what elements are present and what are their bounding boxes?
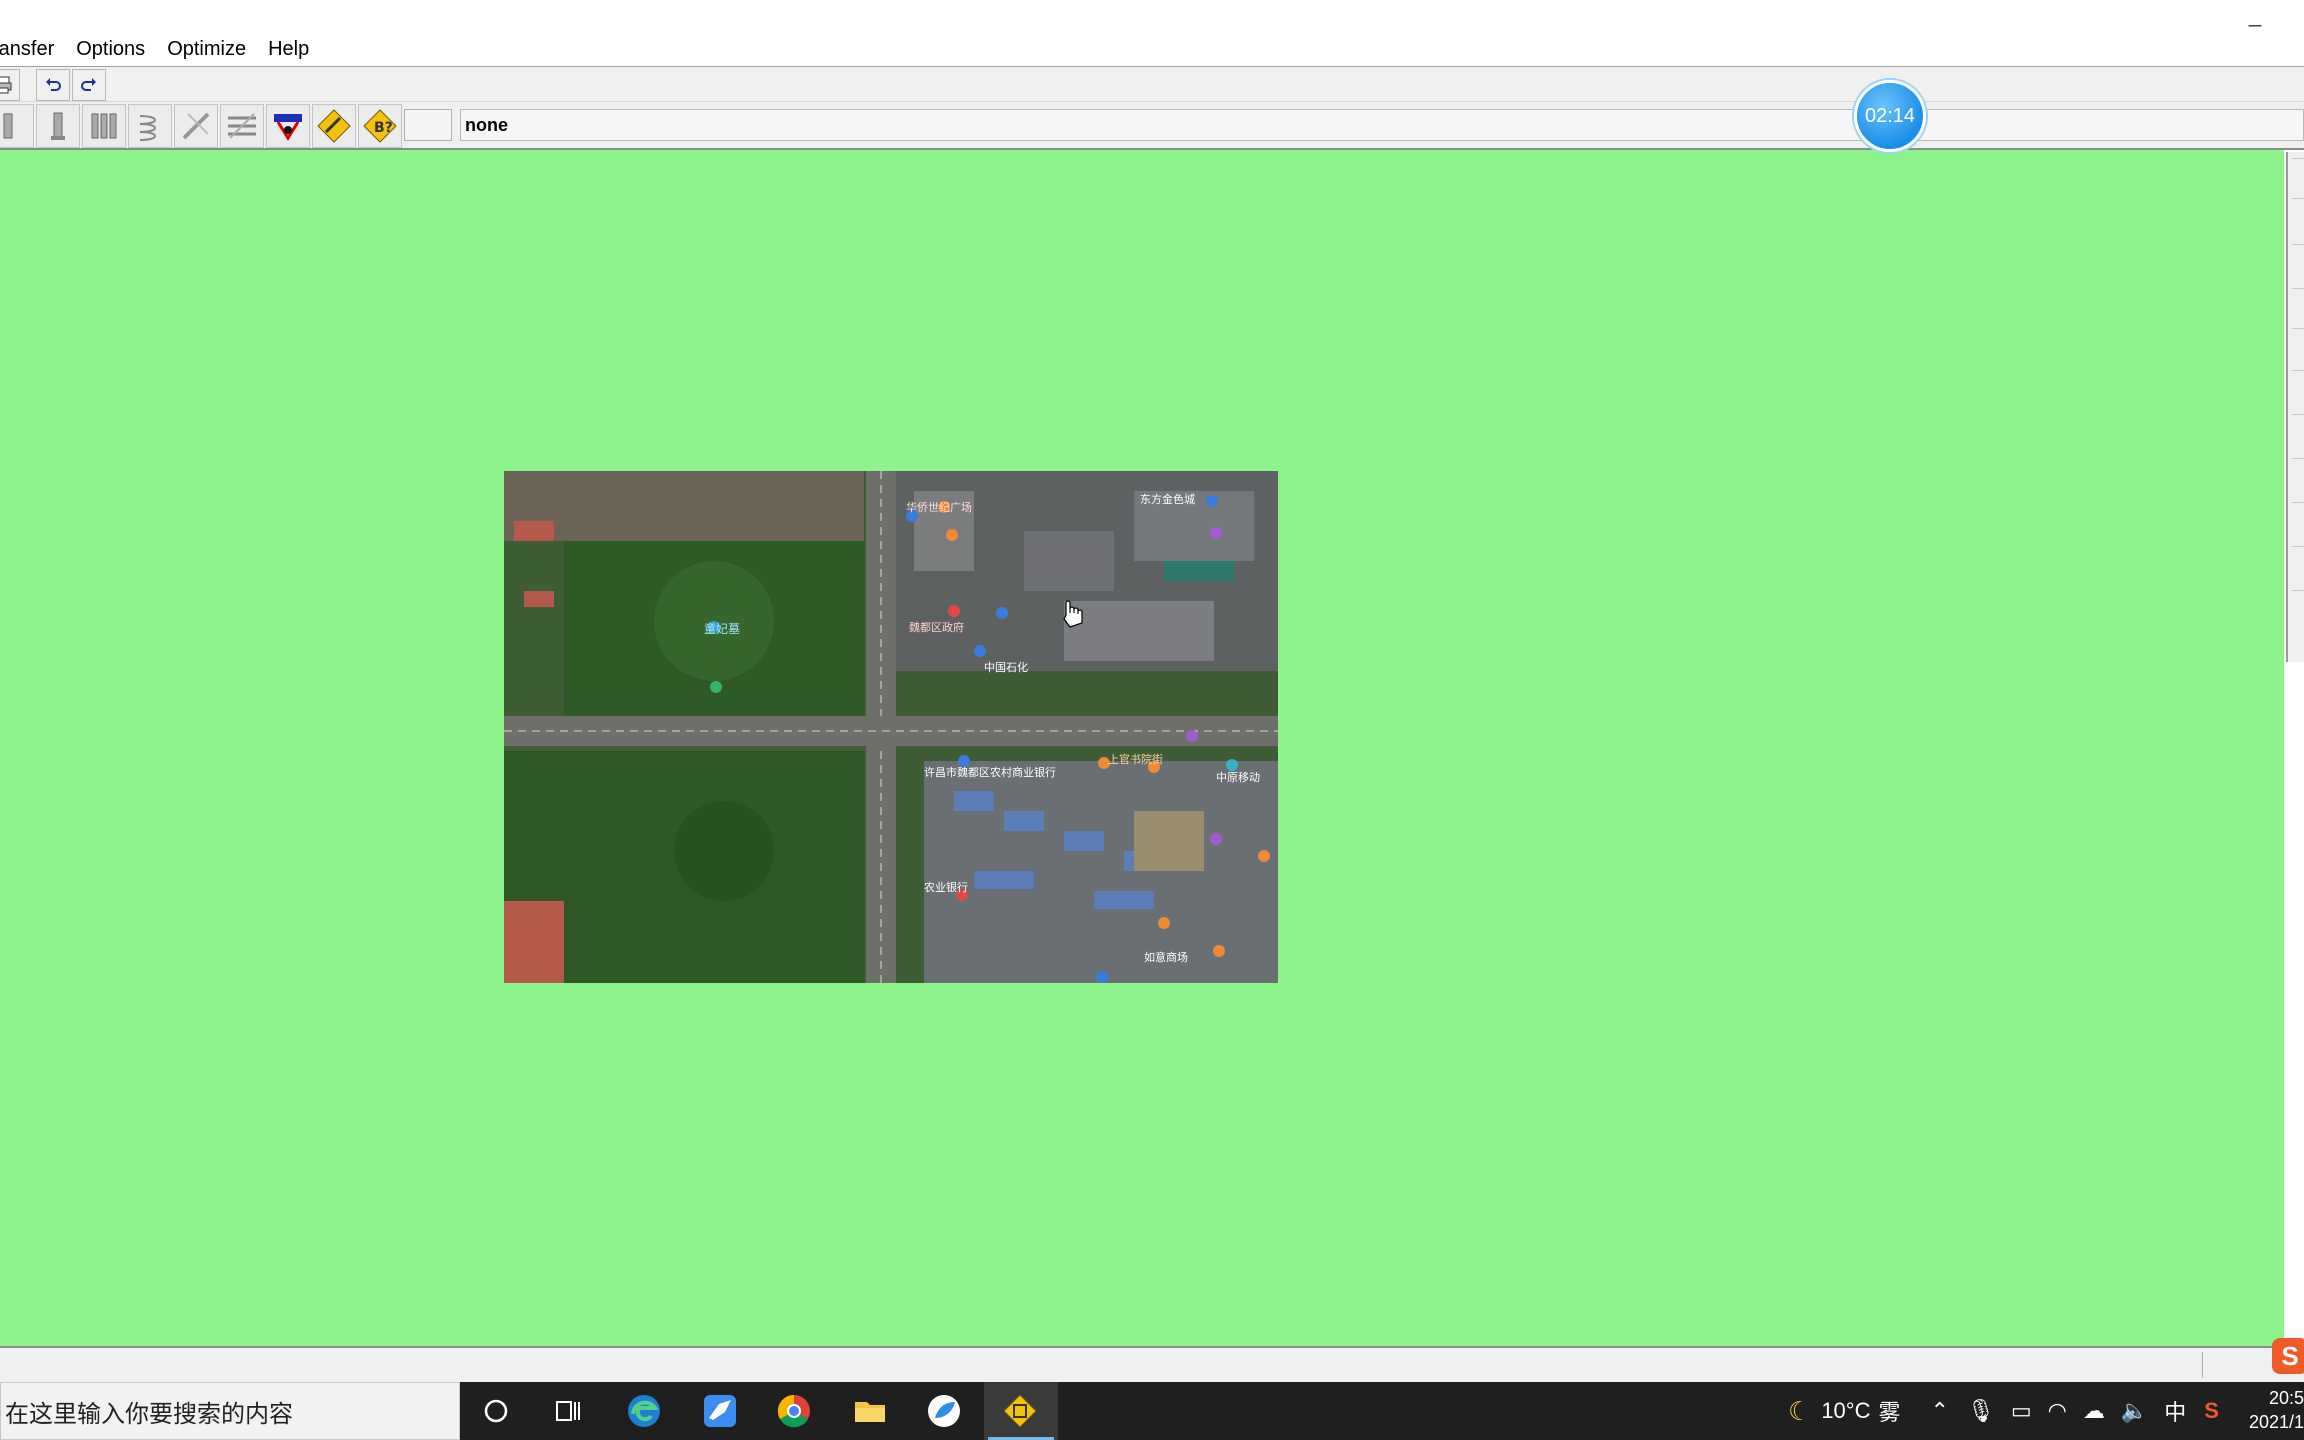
palette-item[interactable] [2292,590,2304,616]
palette-item[interactable] [2292,198,2304,224]
drawing-canvas[interactable]: 华侨世纪广场 农业银行 童妃墓 许昌市魏都区农村商业银行 中原移动 上官书院街 … [0,150,2284,1346]
printer-icon [0,76,12,94]
print-button[interactable] [0,69,20,101]
microphone-icon[interactable]: 🎙 [1967,1398,1995,1424]
status-bar [0,1346,2304,1382]
structural-app-button[interactable] [1000,1391,1040,1431]
clock-time: 20:5 [2268,1388,2304,1408]
edge-button[interactable] [624,1391,664,1431]
map-label: 魏都区政府 [909,620,964,634]
palette-item[interactable] [2292,458,2304,484]
column-icon [51,112,65,140]
tool-7-button[interactable] [266,104,310,148]
palette-item[interactable] [2292,244,2304,270]
feather-icon [928,1395,960,1427]
undo-icon [46,78,61,91]
menu-bar: ransfer Options Optimize Help [0,34,309,64]
standard-toolbar [0,66,2304,102]
tool-4-button[interactable] [128,104,172,148]
redo-icon [81,78,96,91]
feather-app-button[interactable] [924,1391,964,1431]
tool-6-button[interactable] [220,104,264,148]
map-label: 中原移动 [1216,771,1260,784]
recording-timer[interactable]: 02:14 [1854,80,1926,152]
folder-icon [855,1402,885,1422]
menu-transfer[interactable]: ransfer [0,38,54,61]
tool-8-button[interactable] [312,104,356,148]
svg-text:B?: B? [374,120,393,136]
task-view-button[interactable] [548,1391,588,1431]
map-label: 中国石化 [984,660,1028,674]
palette-item[interactable] [2292,546,2304,572]
map-label: 童妃墓 [704,621,740,636]
columns-icon [91,113,117,139]
map-label: 如意商场 [1144,950,1188,964]
status-divider [2202,1352,2203,1378]
palette-item[interactable] [2292,370,2304,396]
structural-sign-icon [1003,1394,1037,1428]
structure-figure-icon [274,114,302,141]
tool-5-button[interactable] [174,104,218,148]
palette-item[interactable] [2292,414,2304,440]
tool-2-button[interactable] [36,104,80,148]
wifi-icon[interactable]: ◠ [2048,1398,2067,1424]
map-graphic: 华侨世纪广场 农业银行 童妃墓 许昌市魏都区农村商业银行 中原移动 上官书院街 … [504,471,1278,983]
chrome-icon [777,1394,810,1428]
edit-sign-icon [317,109,351,143]
spring-icon [139,115,156,141]
menu-help[interactable]: Help [268,38,309,61]
help-sign-icon: B? [363,109,397,143]
map-label: 许昌市魏都区农村商业银行 [924,765,1056,779]
status-indicator [404,109,452,141]
tool-3-button[interactable] [82,104,126,148]
tools-toolbar: B? none [0,102,2304,150]
side-tool-palette [2286,152,2304,662]
bird-icon [704,1395,736,1427]
ime-indicator[interactable]: 中 [2164,1395,2186,1427]
taskbar-clock[interactable]: 20:5 2021/1 [2240,1386,2304,1434]
diagonal-brace-icon [182,112,210,140]
tool-9-button[interactable]: B? [358,104,402,148]
palette-item[interactable] [2292,328,2304,354]
sogou-tray-icon[interactable]: S [2204,1398,2219,1424]
moon-icon: ☾ [1788,1395,1812,1426]
clock-date: 2021/1 [2248,1412,2304,1432]
battery-icon[interactable]: ▭ [2011,1398,2032,1424]
gear-stack-icon [3,113,13,139]
status-field: none [460,109,2304,141]
volume-icon[interactable]: 🔈 [2121,1398,2148,1424]
chevron-up-icon[interactable]: ⌃ [1930,1398,1948,1424]
undo-button[interactable] [36,69,70,101]
task-view-icon [556,1401,580,1421]
cloud-icon[interactable]: ☁ [2083,1398,2105,1424]
circle-icon [484,1399,508,1423]
weather-desc: 雾 [1878,1400,1901,1425]
redo-button[interactable] [72,69,106,101]
system-tray: ☾ 10°C 雾 ⌃ 🎙 ▭ ◠ ☁ 🔈 中 S [1788,1382,2219,1440]
taskbar-search-input[interactable]: 在这里输入你要搜索的内容 [0,1382,460,1440]
menu-optimize[interactable]: Optimize [167,38,246,61]
app-window: ransfer Options Optimize Help _ [0,0,2304,1440]
map-label: 华侨世纪广场 [906,500,972,514]
map-label: 东方金色城 [1140,492,1195,506]
taskbar: 在这里输入你要搜索的内容 ☾ 10°C 雾 ⌃ 🎙 ▭ ◠ ☁ 🔈 中 S 20… [0,1382,2304,1440]
minimize-button[interactable]: _ [2244,4,2266,30]
edge-icon [628,1395,660,1427]
palette-item[interactable] [2292,502,2304,528]
sogou-ime-icon[interactable]: S [2272,1338,2304,1374]
map-label: 农业银行 [924,880,968,894]
cortana-button[interactable] [476,1391,516,1431]
title-bar: ransfer Options Optimize Help _ [0,0,2304,66]
menu-options[interactable]: Options [76,38,145,61]
file-explorer-button[interactable] [850,1391,890,1431]
stairs-icon [228,113,256,139]
satellite-map-image[interactable]: 华侨世纪广场 农业银行 童妃墓 许昌市魏都区农村商业银行 中原移动 上官书院街 … [504,471,1278,983]
tool-1-button[interactable] [0,104,34,148]
weather-temp: 10°C [1821,1398,1871,1423]
mail-bird-button[interactable] [700,1391,740,1431]
palette-item[interactable] [2292,288,2304,314]
map-label: 上官书院街 [1108,752,1163,766]
chrome-button[interactable] [774,1391,814,1431]
palette-item[interactable] [2292,158,2304,184]
